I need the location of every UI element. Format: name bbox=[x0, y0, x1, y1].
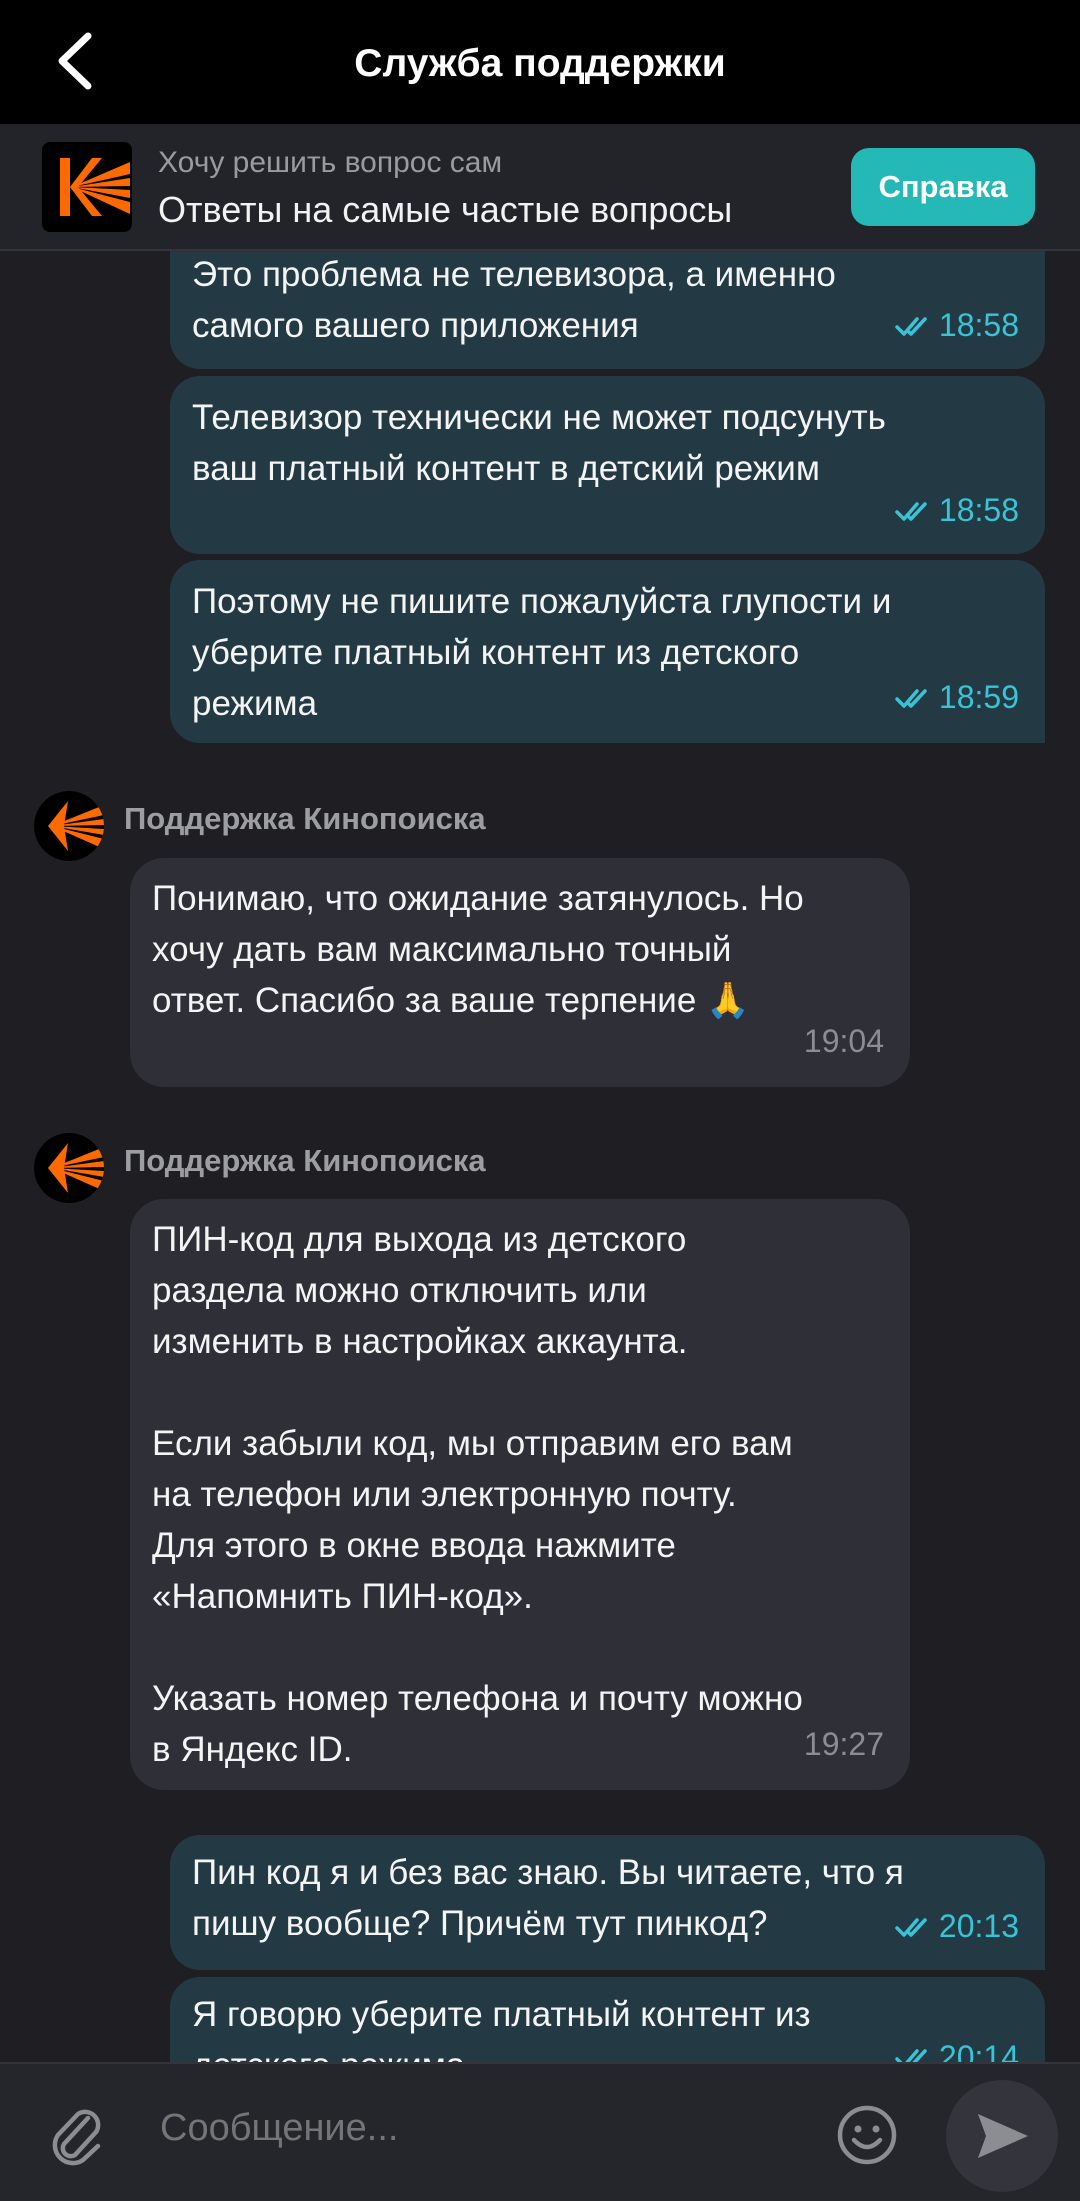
composer-bar bbox=[0, 2062, 1080, 2201]
help-banner[interactable]: Хочу решить вопрос сам Ответы на самые ч… bbox=[0, 124, 1080, 251]
message-time: 18:58 bbox=[938, 307, 1019, 343]
message-meta: 18:58 bbox=[895, 485, 1019, 536]
double-check-icon bbox=[895, 688, 927, 708]
help-title: Ответы на самые частые вопросы bbox=[158, 189, 733, 230]
message-time: 19:27 bbox=[803, 1726, 884, 1762]
message-meta: 18:59 bbox=[895, 672, 1019, 723]
message-time: 20:13 bbox=[938, 1908, 1019, 1944]
message-outgoing: Пин код я и без вас знаю. Вы читаете, чт… bbox=[170, 1835, 1045, 1970]
page-title: Служба поддержки bbox=[354, 42, 726, 85]
message-time: 18:58 bbox=[938, 492, 1019, 528]
message-time: 18:59 bbox=[938, 679, 1019, 715]
paperclip-icon[interactable] bbox=[48, 2104, 108, 2168]
top-bar: Служба поддержки bbox=[0, 0, 1080, 124]
double-check-icon bbox=[895, 1917, 927, 1937]
message-meta: 18:58 bbox=[895, 300, 1019, 351]
help-subtitle: Хочу решить вопрос сам bbox=[158, 146, 503, 179]
message-incoming: Понимаю, что ожидание затянулось. Но хоч… bbox=[130, 858, 910, 1087]
send-button[interactable] bbox=[946, 2080, 1058, 2192]
message-time: 20:14 bbox=[938, 2039, 1019, 2062]
send-arrow-icon bbox=[978, 2114, 1028, 2158]
sender-name: Поддержка Кинопоиска bbox=[124, 801, 486, 836]
message-text: Понимаю, что ожидание затянулось. Но хоч… bbox=[152, 879, 804, 1020]
smile-icon[interactable] bbox=[836, 2104, 898, 2166]
double-check-icon bbox=[895, 2048, 927, 2062]
double-check-icon bbox=[895, 316, 927, 336]
support-avatar-icon bbox=[34, 791, 104, 861]
double-check-icon bbox=[895, 501, 927, 521]
message-meta: 19:27 bbox=[804, 1719, 884, 1770]
message-input[interactable] bbox=[158, 2106, 802, 2151]
chat-area[interactable]: Это проблема не телевизора, а именно сам… bbox=[0, 251, 1080, 2062]
message-outgoing: Это проблема не телевизора, а именно сам… bbox=[170, 251, 1045, 369]
message-meta: 20:14 bbox=[895, 2032, 1019, 2062]
help-button[interactable]: Справка bbox=[851, 148, 1035, 226]
sender-name: Поддержка Кинопоиска bbox=[124, 1143, 486, 1178]
kinopoisk-logo-icon bbox=[42, 142, 132, 232]
message-time: 19:04 bbox=[803, 1023, 884, 1059]
message-outgoing: Телевизор технически не может подсунуть … bbox=[170, 376, 1045, 554]
message-text: Телевизор технически не может подсунуть … bbox=[192, 398, 886, 488]
message-text: ПИН-код для выхода из детского раздела м… bbox=[152, 1220, 803, 1769]
message-meta: 19:04 bbox=[804, 1016, 884, 1067]
message-outgoing: Поэтому не пишите пожалуйста глупости и … bbox=[170, 560, 1045, 743]
message-outgoing: Я говорю уберите платный контент из детс… bbox=[170, 1977, 1045, 2062]
message-incoming: ПИН-код для выхода из детского раздела м… bbox=[130, 1199, 910, 1790]
support-avatar-icon bbox=[34, 1133, 104, 1203]
message-meta: 20:13 bbox=[895, 1901, 1019, 1952]
